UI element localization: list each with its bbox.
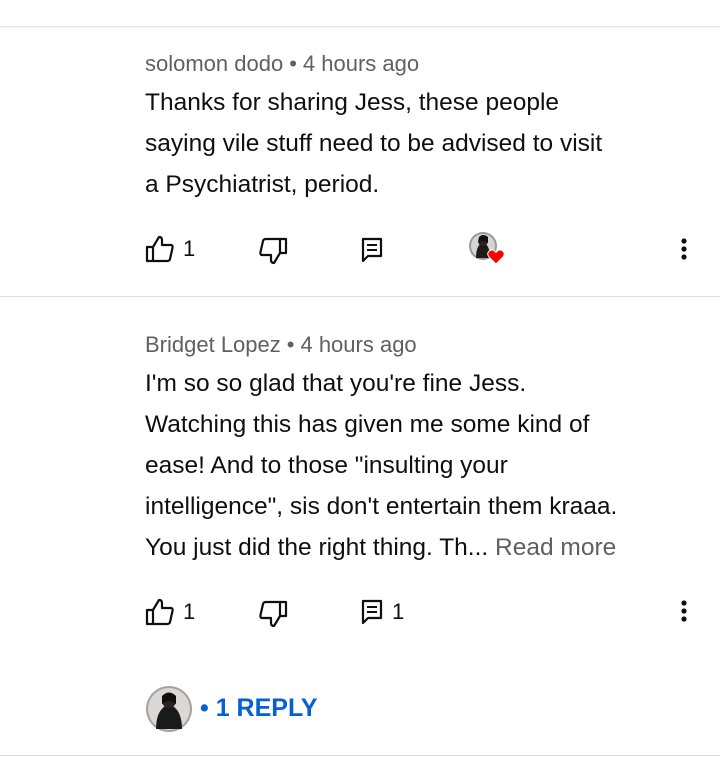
- meta-separator: •: [289, 51, 297, 76]
- more-vert-icon: [681, 238, 687, 260]
- comment-time: 4 hours ago: [302, 51, 420, 76]
- comment-line-last: You just did the right thing. Th... Read…: [145, 527, 690, 568]
- thumbs-down-icon: [259, 237, 288, 265]
- comment-divider: [0, 296, 720, 297]
- comment-line: Thanks for sharing Jess, these people: [145, 89, 560, 116]
- creator-avatar-image: [146, 686, 192, 732]
- comment-meta: Bridget Lopez • 4 hours ago: [145, 332, 417, 358]
- comment-author[interactable]: solomon dodo: [145, 51, 283, 76]
- like-button[interactable]: 1: [145, 235, 195, 263]
- like-count: 1: [183, 599, 196, 624]
- top-bar: [0, 0, 720, 27]
- comment-line: saying vile stuff need to be advised to …: [145, 130, 603, 157]
- reply-count: 1: [392, 599, 405, 624]
- reply-button[interactable]: [360, 236, 384, 264]
- reply-comment-icon: [361, 599, 383, 625]
- dislike-button[interactable]: [258, 600, 288, 628]
- read-more-link[interactable]: Read more: [495, 534, 616, 561]
- view-replies-link[interactable]: • 1 REPLY: [200, 694, 318, 723]
- thumbs-down-icon: [259, 600, 288, 628]
- more-options-button[interactable]: [674, 598, 694, 628]
- thumbs-up-icon: [145, 598, 174, 626]
- creator-heart-icon: [487, 249, 505, 265]
- comment-divider: [0, 755, 720, 756]
- creator-avatar: [145, 685, 193, 733]
- comment-line: I'm so so glad that you're fine Jess.: [145, 370, 527, 397]
- creator-heart-badge: [468, 231, 505, 265]
- comment-line: Watching this has given me some kind of: [145, 411, 590, 438]
- comment-line: You just did the right thing. Th...: [145, 534, 489, 561]
- comment-meta: solomon dodo • 4 hours ago: [145, 51, 419, 77]
- like-count: 1: [183, 236, 196, 261]
- dislike-button[interactable]: [258, 237, 288, 265]
- reply-comment-icon: [361, 237, 383, 263]
- comment-text: I'm so so glad that you're fine Jess. Wa…: [145, 363, 690, 568]
- like-button[interactable]: 1: [145, 598, 195, 626]
- comment-time: 4 hours ago: [300, 332, 417, 357]
- reply-button[interactable]: 1: [360, 598, 404, 626]
- more-options-button[interactable]: [674, 236, 694, 266]
- comment-text: Thanks for sharing Jess, these people sa…: [145, 82, 690, 205]
- comment-line: intelligence", sis don't entertain them …: [145, 493, 618, 520]
- more-vert-icon: [681, 600, 687, 622]
- meta-separator: •: [286, 332, 295, 357]
- thumbs-up-icon: [145, 235, 174, 263]
- comment-line: a Psychiatrist, period.: [145, 171, 380, 198]
- comment-line: ease! And to those "insulting your: [145, 452, 508, 479]
- comment-author[interactable]: Bridget Lopez: [145, 332, 281, 357]
